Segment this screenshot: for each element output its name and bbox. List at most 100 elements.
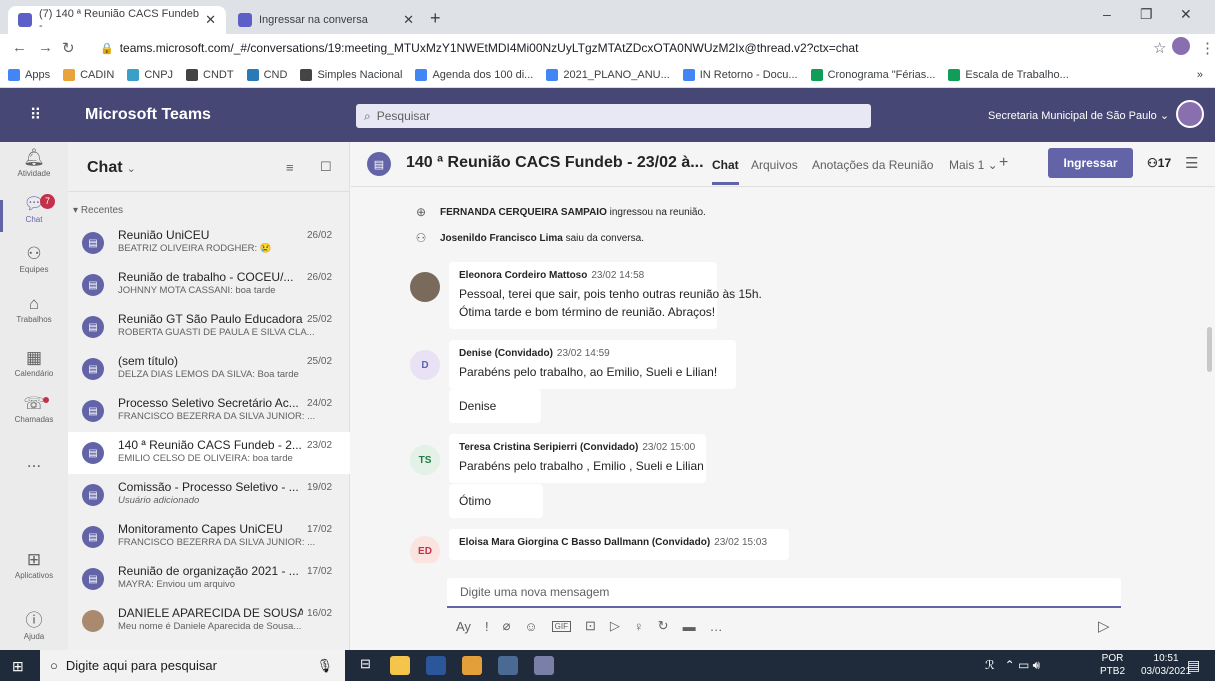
chat-message[interactable]: Denise (Convidado) 23/02 14:59 Parabéns p… [449, 340, 736, 389]
new-chat-icon[interactable]: ☐ [320, 159, 332, 175]
chat-list-item[interactable]: ▤ Processo Seletivo Secretário Ac... 24/02… [68, 390, 350, 432]
browser-tab-join[interactable]: Ingressar na conversa ✕ [228, 6, 424, 34]
bookmark-icon [948, 68, 961, 81]
avatar[interactable]: D [410, 350, 440, 380]
bookmark-item[interactable]: CND [246, 68, 287, 81]
participants-button[interactable]: ⚇17 [1147, 156, 1171, 170]
format-icon[interactable]: Ay [456, 619, 471, 634]
chat-message[interactable]: Eleonora Cordeiro Mattoso 23/02 14:58 Pes… [449, 262, 762, 329]
bookmark-item[interactable]: 2021_PLANO_ANU... [546, 68, 670, 81]
tab-files[interactable]: Arquivos [751, 158, 798, 172]
mic-icon[interactable]: 🎙︎ [316, 658, 333, 674]
avatar[interactable]: TS [410, 445, 440, 475]
avatar[interactable]: ED [410, 536, 440, 563]
notification-icon[interactable]: ▤ [1187, 657, 1200, 674]
sticker-icon[interactable]: ⊡ [585, 618, 596, 634]
profile-avatar[interactable] [1172, 37, 1190, 55]
bookmark-item[interactable]: CADIN [63, 68, 114, 81]
chat-list-item[interactable]: ▤ Reunião GT São Paulo Educadora 25/02 ROBE… [68, 306, 350, 348]
rail-teams[interactable]: ⚇ Equipes [0, 244, 68, 292]
chat-list-item[interactable]: ▤ Monitoramento Capes UniCEU 17/02 FRANCISC… [68, 516, 350, 558]
paint-icon[interactable] [534, 656, 554, 675]
taskbar-search-input[interactable]: ○ Digite aqui para pesquisar 🎙︎ [40, 650, 345, 681]
back-icon[interactable]: ← [12, 39, 27, 56]
restore-icon[interactable]: ❐ [1140, 6, 1153, 23]
chat-list-item[interactable]: ▤ 140 ª Reunião CACS Fundeb - 2... 23/02 EM… [68, 432, 350, 474]
chat-list-item[interactable]: ▤ Reunião de organização 2021 - ... 17/02 M… [68, 558, 350, 600]
chat-list-item[interactable]: DANIELE APARECIDA DE SOUSA 16/02 Meu nome … [68, 600, 350, 642]
search-input[interactable]: ⌕ Pesquisar [356, 104, 871, 128]
rail-activity[interactable]: 🔔︎ Atividade [0, 148, 68, 196]
add-tab-button[interactable]: + [999, 154, 1008, 172]
outlook-icon[interactable] [462, 656, 482, 675]
meet-now-icon[interactable]: ▷ [610, 618, 620, 634]
clock[interactable]: 10:51 03/03/2021 [1141, 652, 1191, 678]
menu-icon[interactable]: ⋮ [1200, 39, 1215, 57]
system-tray[interactable]: ℛ ⌃ ▭ 🔊︎ [985, 658, 1040, 673]
rail-calls[interactable]: ☏ Chamadas [0, 394, 68, 442]
chat-message[interactable]: Teresa Cristina Seripierri (Convidado) 23… [449, 434, 706, 483]
rail-assignments[interactable]: ⌂ Trabalhos [0, 294, 68, 342]
gif-icon[interactable]: GIF [551, 620, 572, 632]
file-explorer-icon[interactable] [390, 656, 410, 675]
user-avatar[interactable] [1176, 100, 1204, 128]
message-compose-input[interactable]: Digite uma nova mensagem [447, 578, 1121, 608]
minimize-icon[interactable]: – [1103, 6, 1111, 22]
app-launcher-icon[interactable]: ⠿ [0, 88, 72, 142]
praise-icon[interactable]: ♀ [634, 619, 644, 634]
chat-message[interactable]: Eloisa Mara Giorgina C Basso Dallmann (C… [449, 529, 789, 560]
new-tab-button[interactable]: + [430, 8, 441, 29]
stream-icon[interactable]: ▬ [683, 619, 696, 634]
teams-app-icon[interactable] [498, 656, 518, 675]
star-icon[interactable]: ☆ [1153, 39, 1166, 57]
browser-tab-teams[interactable]: (7) 140 ª Reunião CACS Fundeb - ✕ [8, 6, 226, 34]
bookmarks-more-icon[interactable]: » [1197, 69, 1203, 81]
chat-list-item[interactable]: ▤ Reunião de trabalho - COCEU/... 26/02 JOH… [68, 264, 350, 306]
avatar[interactable] [410, 272, 440, 302]
chat-message[interactable]: Denise [449, 389, 541, 423]
bookmark-item[interactable]: Agenda dos 100 di... [415, 68, 533, 81]
bookmark-item[interactable]: CNPJ [127, 68, 173, 81]
reload-icon[interactable]: ↻ [62, 39, 75, 57]
important-icon[interactable]: ! [485, 619, 489, 634]
rail-more[interactable]: ... [0, 452, 68, 500]
chat-list-item[interactable]: ▤ (sem título) 25/02 DELZA DIAS LEMOS DA SI… [68, 348, 350, 390]
bookmark-item[interactable]: Apps [8, 68, 50, 81]
chat-list-title[interactable]: Chat ⌄ [87, 159, 136, 177]
close-window-icon[interactable]: ✕ [1180, 6, 1192, 23]
org-switcher[interactable]: Secretaria Municipal de São Paulo ⌄ [988, 109, 1169, 122]
chat-list-item[interactable]: ▤ Comissão - Processo Seletivo - ... 19/02… [68, 474, 350, 516]
attach-icon[interactable]: ⌀ [503, 618, 511, 634]
list-icon[interactable]: ☰ [1185, 154, 1198, 172]
bookmark-item[interactable]: Escala de Trabalho... [948, 68, 1069, 81]
windows-start-icon[interactable]: ⊞ [12, 658, 24, 675]
rail-help[interactable]: ⓘ Ajuda [0, 606, 68, 654]
task-view-icon[interactable]: ⊟ [360, 656, 380, 675]
rail-calendar[interactable]: ▦ Calendário [0, 348, 68, 396]
loop-icon[interactable]: ↻ [658, 618, 669, 634]
filter-icon[interactable]: ≡ [286, 160, 294, 175]
chat-list-item[interactable]: ▤ Reunião UniCEU 26/02 BEATRIZ OLIVEIRA ROD… [68, 222, 350, 264]
language-indicator[interactable]: POR PTB2 [1100, 652, 1125, 678]
join-button[interactable]: Ingressar [1048, 148, 1133, 178]
tab-more[interactable]: Mais 1 ⌄ [949, 158, 998, 172]
url-field[interactable]: 🔒 teams.microsoft.com/_#/conversations/1… [100, 37, 1160, 59]
rail-chat[interactable]: 💬︎ 7 Chat [0, 194, 68, 242]
more-options-icon[interactable]: … [710, 619, 723, 634]
tab-meeting-notes[interactable]: Anotações da Reunião [812, 158, 933, 172]
bookmark-item[interactable]: Cronograma "Férias... [810, 68, 935, 81]
chat-message[interactable]: Ótimo [449, 484, 543, 518]
message-scrollbar[interactable] [1207, 327, 1212, 372]
tab-close-icon[interactable]: ✕ [205, 12, 216, 28]
emoji-icon[interactable]: ☺ [524, 619, 537, 634]
rail-apps[interactable]: ⊞ Aplicativos [0, 550, 68, 598]
forward-icon[interactable]: → [38, 39, 53, 56]
bookmark-item[interactable]: CNDT [186, 68, 234, 81]
tab-close-icon[interactable]: ✕ [403, 12, 414, 28]
tab-chat[interactable]: Chat [712, 158, 739, 185]
recent-section-header[interactable]: ▾ Recentes [73, 205, 123, 216]
send-icon[interactable]: ▷ [1098, 617, 1110, 635]
bookmark-item[interactable]: IN Retorno - Docu... [682, 68, 798, 81]
word-icon[interactable] [426, 656, 446, 675]
bookmark-item[interactable]: Simples Nacional [300, 68, 402, 81]
